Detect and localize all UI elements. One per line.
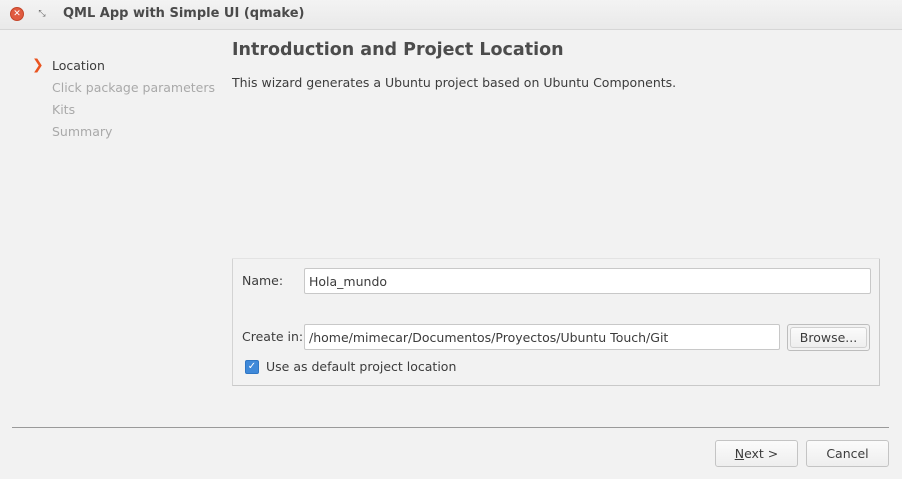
default-location-label[interactable]: Use as default project location — [266, 359, 456, 374]
browse-button-frame: Browse... — [787, 324, 870, 351]
step-label: Click package parameters — [52, 80, 216, 95]
restore-icon[interactable]: ⤡ — [35, 7, 49, 21]
next-button-label: Next > — [734, 446, 779, 461]
step-summary: Summary — [30, 122, 220, 144]
wizard-steps: ❯ Location Click package parameters Kits… — [30, 56, 220, 144]
close-icon[interactable]: ✕ — [10, 7, 24, 21]
checkmark-icon: ✓ — [247, 361, 257, 372]
window-title: QML App with Simple UI (qmake) — [63, 6, 305, 21]
page-description: This wizard generates a Ubuntu project b… — [232, 75, 677, 90]
page-title: Introduction and Project Location — [232, 40, 564, 60]
step-label: Summary — [52, 124, 113, 139]
name-label: Name: — [242, 273, 284, 288]
name-field[interactable]: Hola_mundo — [304, 268, 871, 294]
step-click-package-parameters: Click package parameters — [30, 78, 220, 100]
step-kits: Kits — [30, 100, 220, 122]
step-label: Location — [52, 58, 105, 73]
footer-separator — [12, 427, 889, 428]
cancel-button[interactable]: Cancel — [806, 440, 889, 467]
step-location: ❯ Location — [30, 56, 220, 78]
title-bar[interactable]: ✕ ⤡ QML App with Simple UI (qmake) — [0, 0, 902, 30]
default-location-checkbox[interactable]: ✓ — [245, 360, 259, 374]
wizard-window: ✕ ⤡ QML App with Simple UI (qmake) ❯ Loc… — [0, 0, 902, 479]
browse-button[interactable]: Browse... — [790, 327, 867, 348]
next-button[interactable]: Next > — [715, 440, 798, 467]
chevron-right-icon: ❯ — [32, 57, 44, 73]
create-in-label: Create in: — [242, 329, 304, 344]
create-in-field[interactable]: /home/mimecar/Documentos/Proyectos/Ubunt… — [304, 324, 780, 350]
step-label: Kits — [52, 102, 76, 117]
